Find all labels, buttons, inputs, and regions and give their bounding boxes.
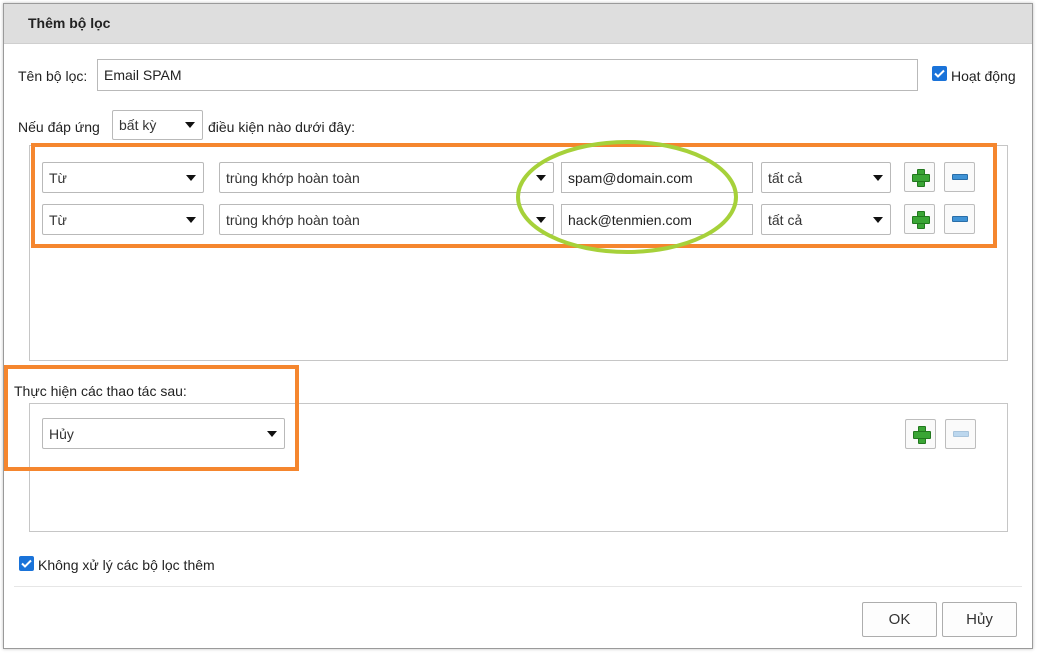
action-select[interactable]: Hủy	[42, 418, 285, 449]
condition-value-input[interactable]: hack@tenmien.com	[561, 204, 753, 235]
chevron-down-icon	[185, 122, 195, 128]
chevron-down-icon	[873, 174, 883, 181]
chevron-down-icon	[186, 216, 196, 223]
active-label: Hoạt động	[951, 68, 1016, 84]
minus-icon	[951, 174, 968, 180]
footer-divider	[14, 586, 1022, 587]
condition-operator-select[interactable]: trùng khớp hoàn toàn	[219, 162, 554, 193]
cancel-button[interactable]: Hủy	[942, 602, 1017, 637]
minus-icon	[952, 431, 969, 437]
match-suffix-label: điều kiện nào dưới đây:	[208, 119, 355, 135]
filter-name-value: Email SPAM	[104, 67, 182, 83]
condition-operator-value: trùng khớp hoàn toàn	[226, 169, 360, 186]
dialog-titlebar[interactable]: Thêm bộ lọc	[4, 4, 1032, 44]
filter-name-label: Tên bộ lọc:	[18, 68, 88, 84]
chevron-down-icon	[267, 430, 277, 437]
ok-button[interactable]: OK	[862, 602, 937, 637]
active-checkbox[interactable]	[932, 66, 947, 81]
condition-scope-select[interactable]: tất cả	[761, 204, 891, 235]
chevron-down-icon	[536, 216, 546, 223]
remove-condition-button[interactable]	[944, 204, 975, 234]
condition-scope-value: tất cả	[768, 169, 803, 186]
filter-name-input[interactable]: Email SPAM	[97, 59, 918, 91]
dialog-title: Thêm bộ lọc	[28, 15, 111, 31]
condition-value-text: hack@tenmien.com	[568, 211, 692, 228]
condition-operator-value: trùng khớp hoàn toàn	[226, 211, 360, 228]
stop-processing-checkbox[interactable]	[19, 556, 34, 571]
add-filter-dialog: Thêm bộ lọc Tên bộ lọc: Email SPAM Hoạt …	[3, 3, 1033, 649]
condition-value-input[interactable]: spam@domain.com	[561, 162, 753, 193]
remove-condition-button[interactable]	[944, 162, 975, 192]
actions-label: Thực hiện các thao tác sau:	[14, 383, 187, 399]
match-prefix-label: Nếu đáp ứng	[18, 119, 100, 135]
plus-icon	[912, 426, 931, 444]
check-icon	[21, 559, 32, 568]
add-condition-button[interactable]	[904, 162, 935, 192]
remove-action-button[interactable]	[945, 419, 976, 449]
action-value: Hủy	[49, 425, 74, 442]
match-mode-select[interactable]: bất kỳ	[112, 110, 203, 140]
add-condition-button[interactable]	[904, 204, 935, 234]
condition-field-select[interactable]: Từ	[42, 204, 204, 235]
chevron-down-icon	[536, 174, 546, 181]
stop-processing-label: Không xử lý các bộ lọc thêm	[38, 557, 215, 573]
condition-field-value: Từ	[49, 211, 67, 228]
match-mode-value: bất kỳ	[119, 117, 157, 133]
chevron-down-icon	[873, 216, 883, 223]
condition-field-select[interactable]: Từ	[42, 162, 204, 193]
condition-scope-value: tất cả	[768, 211, 803, 228]
condition-field-value: Từ	[49, 169, 67, 186]
check-icon	[934, 69, 945, 78]
condition-value-text: spam@domain.com	[568, 169, 693, 186]
plus-icon	[911, 169, 930, 187]
plus-icon	[911, 211, 930, 229]
condition-operator-select[interactable]: trùng khớp hoàn toàn	[219, 204, 554, 235]
chevron-down-icon	[186, 174, 196, 181]
minus-icon	[951, 216, 968, 222]
condition-scope-select[interactable]: tất cả	[761, 162, 891, 193]
add-action-button[interactable]	[905, 419, 936, 449]
